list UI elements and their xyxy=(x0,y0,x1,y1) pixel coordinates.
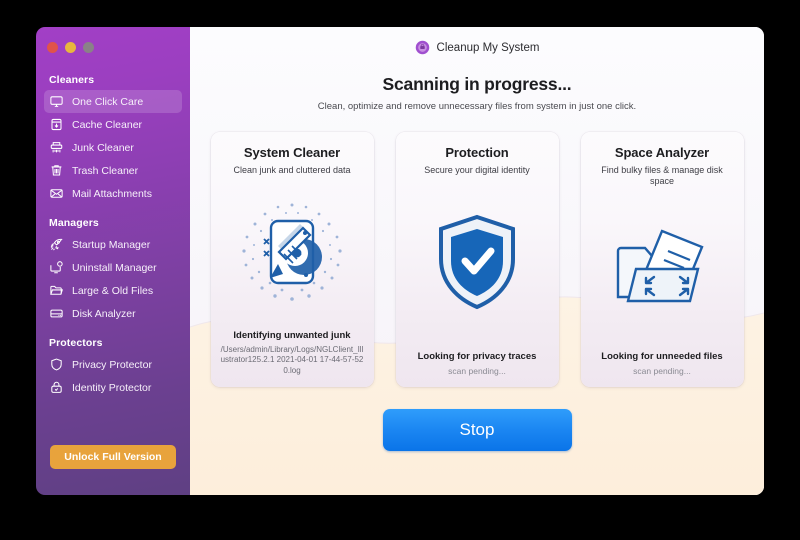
shredder-icon xyxy=(49,140,64,155)
sidebar-item-label: Mail Attachments xyxy=(72,187,152,200)
card-subtitle: Find bulky files & manage disk space xyxy=(601,165,723,186)
card-illustration xyxy=(219,176,366,330)
monitor-badge-icon xyxy=(49,260,64,275)
page-title: Scanning in progress... xyxy=(382,74,572,94)
card-detail: scan pending... xyxy=(448,365,506,376)
app-title-text: Cleanup My System xyxy=(436,41,540,54)
sidebar-item-label: Startup Manager xyxy=(72,238,151,251)
sidebar-item-label: Trash Cleaner xyxy=(72,164,139,177)
sidebar-item-label: Disk Analyzer xyxy=(72,307,136,320)
card-space-analyzer[interactable]: Space Analyzer Find bulky files & manage… xyxy=(580,132,744,387)
hard-drive-icon xyxy=(49,306,64,321)
monitor-icon xyxy=(49,94,64,109)
card-subtitle: Secure your digital identity xyxy=(424,165,530,175)
sidebar-item-uninstall-manager[interactable]: Uninstall Manager xyxy=(44,256,182,279)
sidebar: Cleaners One Click Care Cache Cleaner Ju… xyxy=(36,27,190,495)
card-title: Space Analyzer xyxy=(614,145,710,160)
envelope-icon xyxy=(49,186,64,201)
sidebar-item-label: Cache Cleaner xyxy=(72,118,143,131)
cache-box-icon xyxy=(49,117,64,132)
folder-expand-icon xyxy=(616,229,704,302)
sidebar-item-label: Privacy Protector xyxy=(72,358,152,371)
stop-button-wrap: Stop xyxy=(190,409,764,451)
scan-cards: System Cleaner Clean junk and cluttered … xyxy=(190,132,764,387)
sidebar-item-disk-analyzer[interactable]: Disk Analyzer xyxy=(44,302,182,325)
app-title-bar: Cleanup My System xyxy=(190,27,764,57)
screenshot-root: Cleaners One Click Care Cache Cleaner Ju… xyxy=(0,0,800,540)
unlock-full-version-button[interactable]: Unlock Full Version xyxy=(50,445,176,469)
sidebar-item-mail-attachments[interactable]: Mail Attachments xyxy=(44,182,182,205)
sidebar-group-label-protectors: Protectors xyxy=(49,337,103,349)
card-detail: scan pending... xyxy=(633,365,691,376)
sidebar-item-identity-protector[interactable]: Identity Protector xyxy=(44,376,182,399)
sidebar-item-startup-manager[interactable]: Startup Manager xyxy=(44,233,182,256)
rocket-icon xyxy=(49,237,64,252)
card-illustration xyxy=(404,176,551,351)
close-button[interactable] xyxy=(47,42,58,53)
app-window: Cleaners One Click Care Cache Cleaner Ju… xyxy=(36,27,764,495)
sidebar-group-label-managers: Managers xyxy=(49,217,99,229)
sidebar-group-label-cleaners: Cleaners xyxy=(49,74,95,86)
card-protection[interactable]: Protection Secure your digital identity … xyxy=(395,132,559,387)
unlock-full-version-wrap: Unlock Full Version xyxy=(36,445,190,469)
card-status: Looking for privacy traces xyxy=(417,350,537,362)
card-illustration xyxy=(589,187,736,351)
trash-can-icon xyxy=(49,163,64,178)
main-panel: Cleanup My System Scanning in progress..… xyxy=(190,27,764,495)
lock-icon xyxy=(49,380,64,395)
card-status: Identifying unwanted junk xyxy=(233,329,351,341)
sidebar-item-label: Junk Cleaner xyxy=(72,141,134,154)
sidebar-item-label: Identity Protector xyxy=(72,381,152,394)
folder-icon xyxy=(49,283,64,298)
sidebar-item-trash-cleaner[interactable]: Trash Cleaner xyxy=(44,159,182,182)
sidebar-item-label: Large & Old Files xyxy=(72,284,154,297)
sidebar-item-junk-cleaner[interactable]: Junk Cleaner xyxy=(44,136,182,159)
broom-disk-scan-icon xyxy=(242,203,342,301)
window-traffic-lights xyxy=(36,33,190,53)
card-detail: /Users/admin/Library/Logs/NGLClient_Illu… xyxy=(220,344,364,376)
sidebar-item-large-old-files[interactable]: Large & Old Files xyxy=(44,279,182,302)
shield-check-icon xyxy=(439,215,515,310)
page-subtitle: Clean, optimize and remove unnecessary f… xyxy=(317,101,637,112)
card-title: System Cleaner xyxy=(243,145,341,160)
minimize-button[interactable] xyxy=(65,42,76,53)
sidebar-item-label: Uninstall Manager xyxy=(72,261,157,274)
shield-icon xyxy=(49,357,64,372)
card-status: Looking for unneeded files xyxy=(601,350,723,362)
sidebar-item-one-click-care[interactable]: One Click Care xyxy=(44,90,182,113)
card-subtitle: Clean junk and cluttered data xyxy=(233,165,351,175)
cleanup-logo-icon xyxy=(415,40,429,55)
card-system-cleaner[interactable]: System Cleaner Clean junk and cluttered … xyxy=(210,132,374,387)
sidebar-item-label: One Click Care xyxy=(72,95,144,108)
sidebar-item-privacy-protector[interactable]: Privacy Protector xyxy=(44,353,182,376)
card-title: Protection xyxy=(445,145,509,160)
sidebar-item-cache-cleaner[interactable]: Cache Cleaner xyxy=(44,113,182,136)
zoom-button[interactable] xyxy=(83,42,94,53)
stop-button[interactable]: Stop xyxy=(382,409,572,451)
